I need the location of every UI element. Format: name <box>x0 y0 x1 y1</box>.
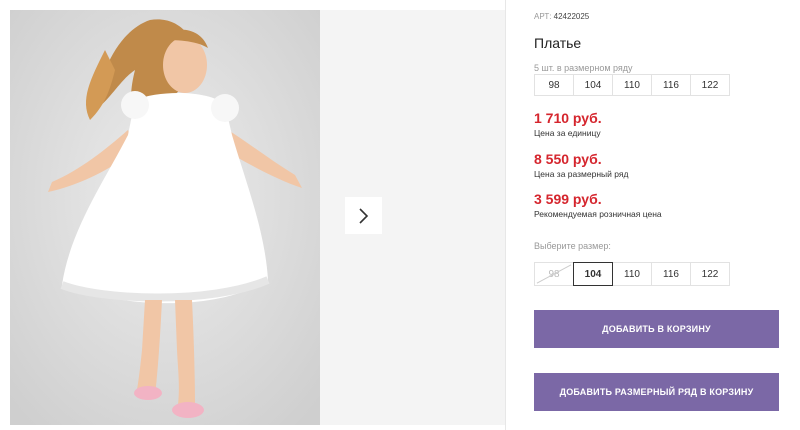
size-option-110[interactable]: 110 <box>612 262 652 286</box>
size-run-item: 104 <box>573 74 613 96</box>
size-run-item: 116 <box>651 74 691 96</box>
add-to-cart-button[interactable]: ДОБАВИТЬ В КОРЗИНУ <box>534 310 779 348</box>
article-prefix: АРТ: <box>534 12 552 21</box>
size-run-price-label: Цена за размерный ряд <box>534 169 629 179</box>
retail-price: 3 599 руб. <box>534 191 602 207</box>
chevron-right-icon <box>358 207 368 224</box>
unavailable-strike-icon <box>536 264 572 284</box>
add-size-run-to-cart-button[interactable]: ДОБАВИТЬ РАЗМЕРНЫЙ РЯД В КОРЗИНУ <box>534 373 779 411</box>
size-run-item: 110 <box>612 74 652 96</box>
column-divider <box>505 0 506 430</box>
size-option-104[interactable]: 104 <box>573 262 613 286</box>
product-gallery <box>10 10 505 425</box>
unit-price-label: Цена за единицу <box>534 128 601 138</box>
article-value: 42422025 <box>553 12 590 21</box>
size-option-98: 98 <box>534 262 574 286</box>
retail-price-label: Рекомендуемая розничная цена <box>534 209 662 219</box>
choose-size-label: Выберите размер: <box>534 241 611 251</box>
size-run-price: 8 550 руб. <box>534 151 602 167</box>
product-photo[interactable] <box>10 10 320 425</box>
product-title: Платье <box>534 35 582 51</box>
size-run-list: 98 104 110 116 122 <box>534 74 730 96</box>
size-run-note: 5 шт. в размерном ряду <box>534 63 633 73</box>
size-option-122[interactable]: 122 <box>690 262 730 286</box>
size-option-116[interactable]: 116 <box>651 262 691 286</box>
article-number: АРТ: 42422025 <box>534 12 589 21</box>
size-run-item: 122 <box>690 74 730 96</box>
next-image-button[interactable] <box>345 197 382 234</box>
size-selector: 98 104 110 116 122 <box>534 262 730 286</box>
size-run-item: 98 <box>534 74 574 96</box>
unit-price: 1 710 руб. <box>534 110 602 126</box>
